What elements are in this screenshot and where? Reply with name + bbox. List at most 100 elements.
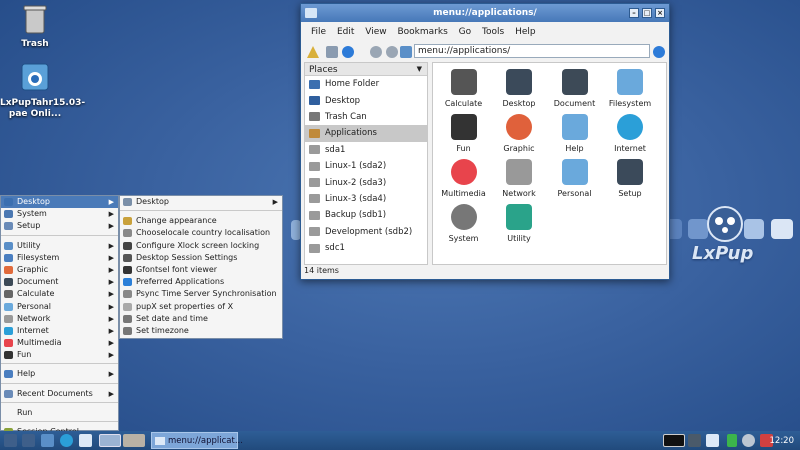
menu-item-internet[interactable]: Internet ▶: [1, 325, 118, 337]
menu-item-fun[interactable]: Fun ▶: [1, 349, 118, 361]
browser-launcher-icon[interactable]: [60, 434, 73, 447]
submenu-item[interactable]: Gfontsel font viewer: [120, 264, 282, 276]
menu-item-system[interactable]: System ▶: [1, 208, 118, 220]
menu-view[interactable]: View: [365, 27, 386, 37]
taskbar-window-button[interactable]: menu://applicat...: [151, 432, 243, 449]
menu-item-calculate[interactable]: Calculate ▶: [1, 288, 118, 300]
menu-item-run[interactable]: Run: [1, 407, 118, 419]
back-icon[interactable]: [342, 46, 354, 58]
app-category-internet[interactable]: Internet: [603, 114, 658, 153]
maximize-button[interactable]: □: [642, 8, 652, 18]
app-category-graphic[interactable]: Graphic: [492, 114, 547, 153]
app-category-filesystem[interactable]: Filesystem: [603, 69, 658, 108]
submenu-item[interactable]: Desktop ▶: [120, 196, 282, 208]
menu-item-setup[interactable]: Setup ▶: [1, 220, 118, 232]
submenu-item[interactable]: Set date and time: [120, 313, 282, 325]
menu-item-personal[interactable]: Personal ▶: [1, 301, 118, 313]
clock[interactable]: 12:20: [770, 436, 795, 446]
app-category-multimedia[interactable]: Multimedia: [436, 159, 491, 198]
place-item[interactable]: sda1: [305, 142, 427, 158]
app-category-network[interactable]: Network: [492, 159, 547, 198]
place-item[interactable]: Linux-3 (sda4): [305, 191, 427, 207]
new-tab-icon[interactable]: [326, 46, 338, 58]
submenu-item-icon: [123, 241, 132, 250]
warning-icon[interactable]: [307, 46, 319, 58]
place-item[interactable]: Linux-1 (sda2): [305, 158, 427, 174]
workspace-2[interactable]: [123, 434, 145, 447]
place-item[interactable]: Linux-2 (sda3): [305, 174, 427, 190]
app-category-setup[interactable]: Setup: [603, 159, 658, 198]
app-category-system[interactable]: System: [436, 204, 491, 243]
menu-item-label: System: [17, 209, 47, 219]
submenu-item-label: pupX set properties of X: [136, 301, 234, 311]
menu-go[interactable]: Go: [459, 27, 471, 37]
menu-item-help[interactable]: Help ▶: [1, 368, 118, 380]
desktop-icon-trash[interactable]: Trash: [0, 4, 70, 49]
app-category-personal[interactable]: Personal: [547, 159, 602, 198]
app-category-calculate[interactable]: Calculate: [436, 69, 491, 108]
place-item[interactable]: Applications: [305, 125, 427, 142]
places-header[interactable]: Places ▼: [305, 63, 427, 76]
app-category-desktop[interactable]: Desktop: [492, 69, 547, 108]
battery-icon[interactable]: [727, 434, 737, 447]
submenu-item[interactable]: Preferred Applications: [120, 276, 282, 288]
submenu-item[interactable]: Chooselocale country localisation: [120, 227, 282, 239]
menu-item-filesystem[interactable]: Filesystem ▶: [1, 252, 118, 264]
home-launcher-icon[interactable]: [41, 434, 54, 447]
submenu-item[interactable]: Change appearance: [120, 215, 282, 227]
menu-item-graphic[interactable]: Graphic ▶: [1, 264, 118, 276]
submenu-arrow-icon: ▶: [108, 370, 114, 379]
window-titlebar[interactable]: menu://applications/ – □ ×: [301, 4, 669, 22]
app-category-utility[interactable]: Utility: [492, 204, 547, 243]
submenu-item[interactable]: Set timezone: [120, 325, 282, 337]
menu-help[interactable]: Help: [515, 27, 536, 37]
minimize-button[interactable]: –: [629, 8, 639, 18]
submenu-item[interactable]: pupX set properties of X: [120, 301, 282, 313]
gamepad-icon: [450, 114, 477, 140]
workspace-1[interactable]: [99, 434, 121, 447]
app-category-help[interactable]: Help: [547, 114, 602, 153]
cpu-monitor-icon: [663, 434, 685, 447]
place-item[interactable]: sdc1: [305, 240, 427, 256]
start-menu: Desktop ▶ System ▶ Setup ▶ Utility ▶ Filesystem ▶…: [0, 195, 119, 436]
window-icon: [155, 437, 165, 445]
terminal-launcher-icon[interactable]: [22, 434, 35, 447]
desktop-icon-pet-file[interactable]: LxPupTahr15.03-pae Onli...: [0, 62, 85, 120]
up-icon[interactable]: [386, 46, 398, 58]
submenu-item[interactable]: Configure Xlock screen locking: [120, 240, 282, 252]
menu-file[interactable]: File: [311, 27, 326, 37]
place-item[interactable]: Backup (sdb1): [305, 207, 427, 223]
volume-icon[interactable]: [742, 434, 755, 447]
menu-tools[interactable]: Tools: [482, 27, 504, 37]
submenu-arrow-icon: ▶: [108, 290, 114, 299]
start-menu-icon[interactable]: [4, 434, 17, 447]
network-disconnected-icon[interactable]: [688, 434, 701, 447]
menu-item-multimedia[interactable]: Multimedia ▶: [1, 337, 118, 349]
menu-item-network[interactable]: Network ▶: [1, 313, 118, 325]
submenu-item[interactable]: Desktop Session Settings: [120, 252, 282, 264]
place-item[interactable]: Home Folder: [305, 76, 427, 92]
place-item[interactable]: Desktop: [305, 92, 427, 108]
folder-icon: [561, 114, 588, 140]
menu-edit[interactable]: Edit: [337, 27, 354, 37]
home-icon[interactable]: [400, 46, 412, 58]
menu-item-label: Document: [17, 277, 59, 287]
place-item[interactable]: Trash Can: [305, 109, 427, 125]
menu-item-document[interactable]: Document ▶: [1, 276, 118, 288]
menu-bookmarks[interactable]: Bookmarks: [397, 27, 447, 37]
app-category-document[interactable]: Document: [547, 69, 602, 108]
app-category-fun[interactable]: Fun: [436, 114, 491, 153]
close-button[interactable]: ×: [655, 8, 665, 18]
submenu-item-icon: [123, 198, 132, 206]
show-desktop-icon[interactable]: [79, 434, 92, 447]
forward-icon[interactable]: [370, 46, 382, 58]
clipboard-icon[interactable]: [706, 434, 719, 447]
submenu-item-label: Desktop: [136, 197, 169, 206]
menu-item-recent-documents[interactable]: Recent Documents ▶: [1, 388, 118, 400]
submenu-item[interactable]: Psync Time Server Synchronisation: [120, 288, 282, 300]
place-item[interactable]: Development (sdb2): [305, 224, 427, 240]
address-input[interactable]: menu://applications/: [414, 44, 650, 58]
menu-item-desktop[interactable]: Desktop ▶: [1, 196, 118, 209]
menu-item-utility[interactable]: Utility ▶: [1, 240, 118, 252]
go-icon[interactable]: [653, 46, 665, 58]
